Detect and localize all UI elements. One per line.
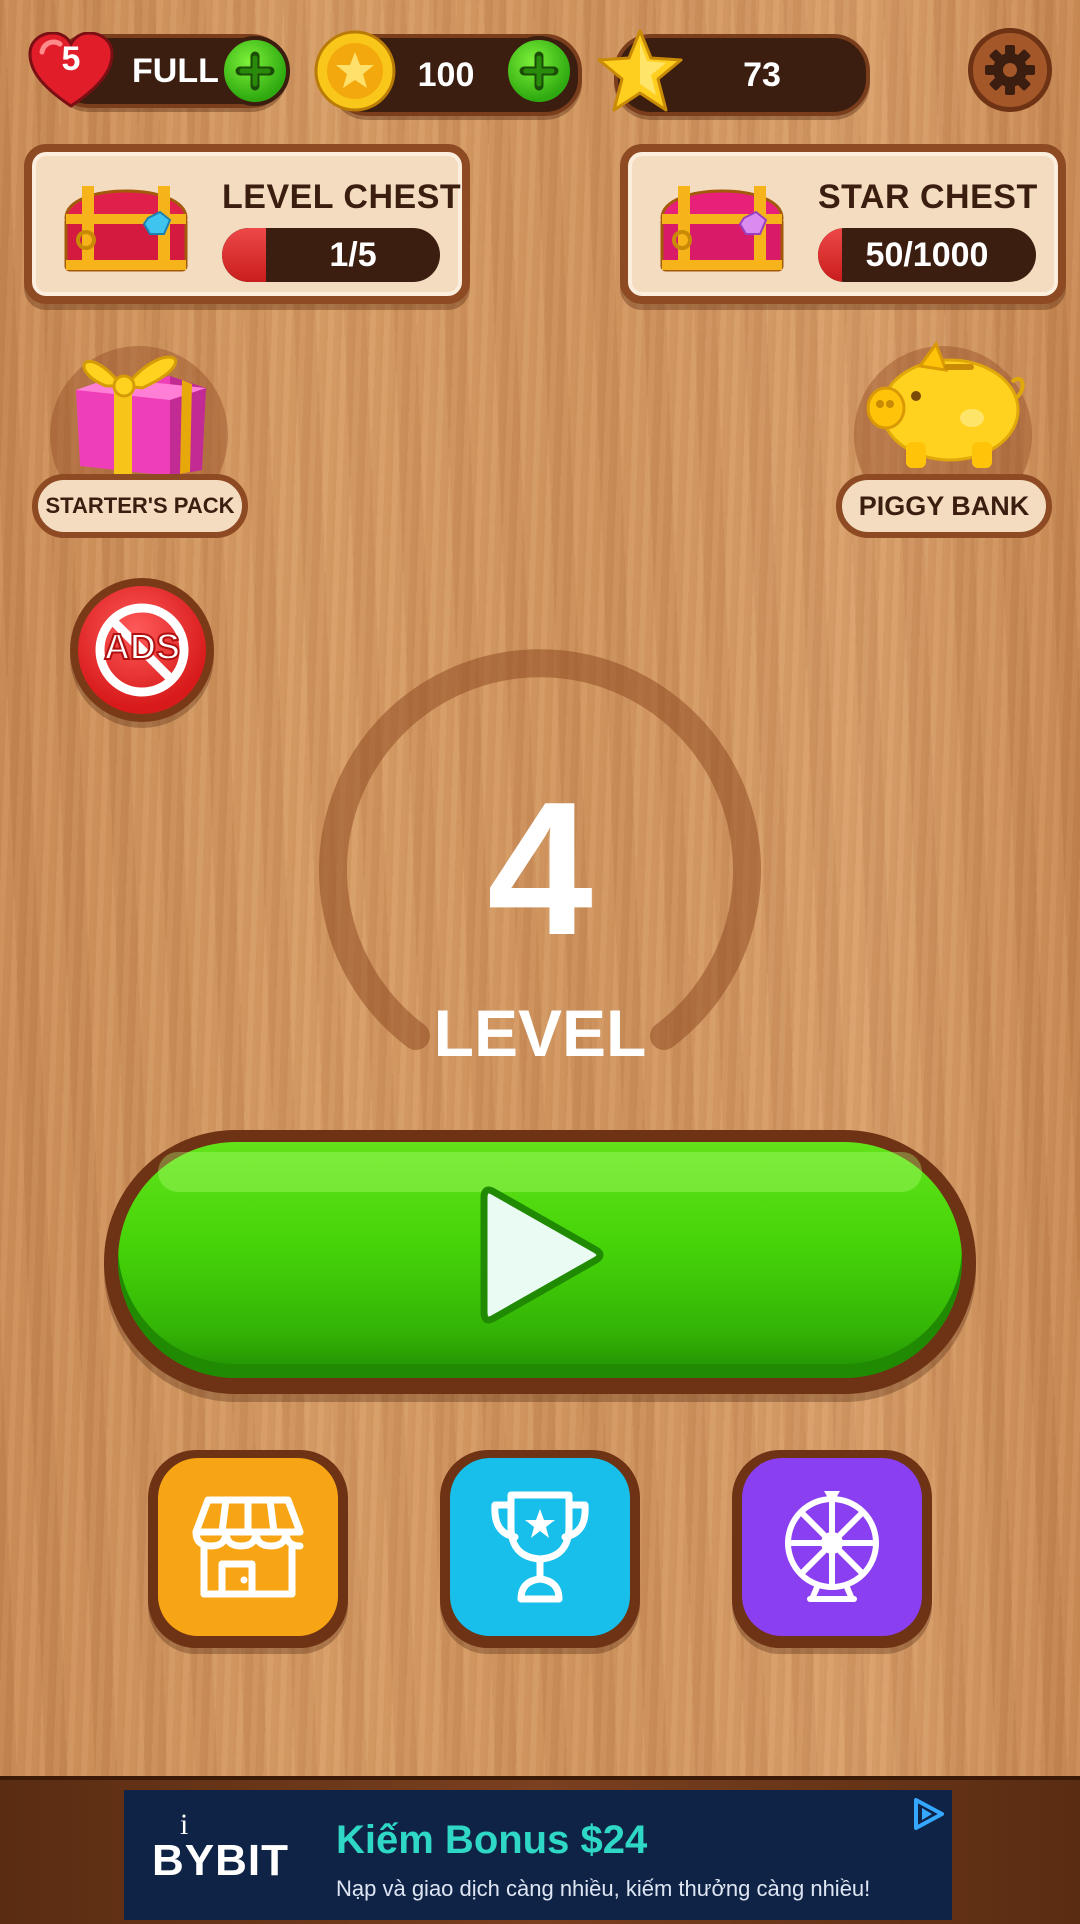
play-icon	[480, 1186, 604, 1324]
ad-choices-icon[interactable]	[910, 1796, 946, 1832]
add-coins-button[interactable]	[504, 36, 574, 106]
play-button[interactable]	[104, 1130, 976, 1394]
shop-icon	[192, 1496, 304, 1598]
gift-icon	[76, 355, 206, 476]
shop-button-face	[158, 1458, 338, 1636]
remove-ads-button[interactable]: ADS	[70, 578, 214, 722]
wheel-icon	[785, 1491, 879, 1602]
leaderboard-button[interactable]	[440, 1450, 640, 1648]
settings-button[interactable]	[968, 28, 1052, 112]
ad-banner[interactable]: i BYBIT Kiếm Bonus $24 Nạp và giao dịch …	[124, 1790, 952, 1920]
piggy-bank-label-pill: PIGGY BANK	[836, 474, 1052, 538]
level-chest-card[interactable]: LEVEL CHEST 1/5	[24, 144, 470, 304]
lucky-wheel-button-face	[742, 1458, 922, 1636]
piggy-bank-label: PIGGY BANK	[858, 490, 1030, 521]
chest-icon	[660, 186, 784, 272]
no-ads-label: ADS	[103, 625, 181, 668]
lucky-wheel-button[interactable]	[732, 1450, 932, 1648]
level-chest-progress: 1/5	[222, 228, 440, 282]
level-number: 4	[487, 763, 593, 975]
add-lives-button[interactable]	[220, 36, 290, 106]
plus-icon	[235, 51, 275, 91]
gear-icon	[985, 45, 1035, 95]
chest-icon	[64, 186, 188, 272]
ad-brand: BYBIT	[152, 1836, 289, 1885]
leaderboard-button-face	[450, 1458, 630, 1636]
ad-headline: Kiếm Bonus $24	[336, 1818, 648, 1862]
trophy-icon	[491, 1491, 589, 1603]
ad-subtext: Nạp và giao dịch càng nhiều, kiếm thưởng…	[336, 1876, 871, 1901]
level-chest-title: LEVEL CHEST	[222, 178, 462, 216]
starters-pack-label: STARTER'S PACK	[45, 493, 235, 518]
piggy-bank-icon	[866, 340, 1025, 468]
lives-count: 5	[61, 40, 81, 78]
stars-value: 73	[743, 55, 781, 94]
level-chest-progress-text: 1/5	[329, 235, 377, 274]
plus-icon	[519, 51, 559, 91]
starters-pack-label-pill: STARTER'S PACK	[32, 474, 248, 538]
star-chest-card[interactable]: STAR CHEST 50/1000	[620, 144, 1066, 304]
level-label: LEVEL	[433, 996, 647, 1070]
star-chest-title: STAR CHEST	[818, 178, 1038, 216]
star-chest-progress: 50/1000	[818, 228, 1036, 282]
star-chest-progress-text: 50/1000	[865, 235, 989, 274]
shop-button[interactable]	[148, 1450, 348, 1648]
lives-status: FULL	[132, 51, 219, 90]
coins-value: 100	[417, 55, 475, 94]
coin-icon	[314, 30, 396, 112]
star-icon	[597, 29, 683, 112]
